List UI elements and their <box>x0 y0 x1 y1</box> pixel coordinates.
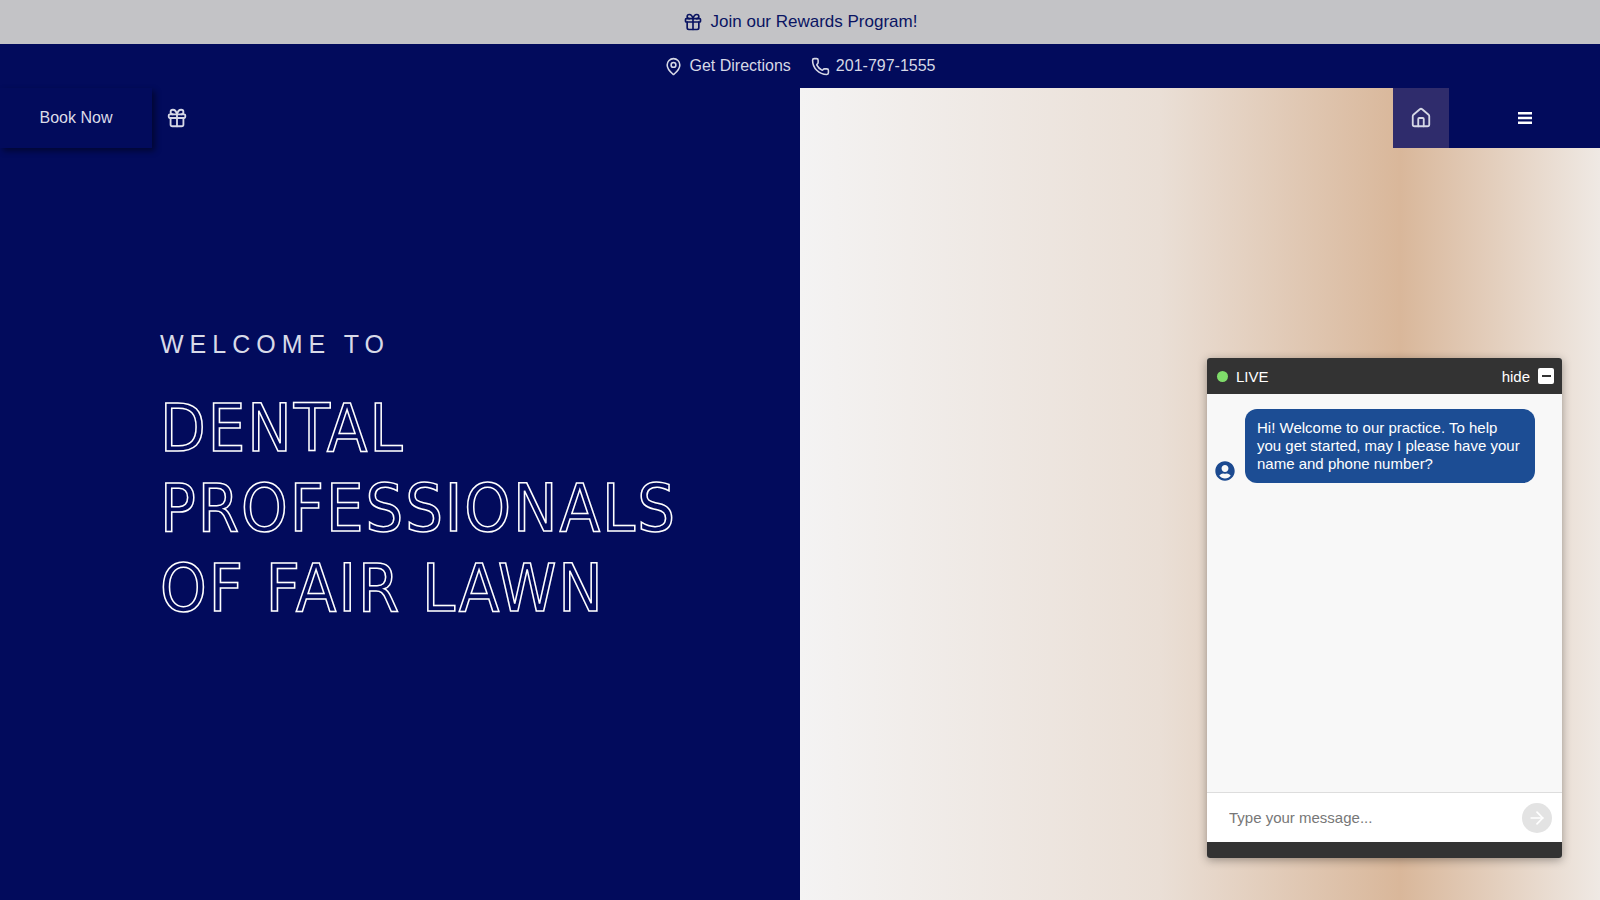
chat-input[interactable] <box>1227 808 1514 827</box>
hero-kicker: WELCOME TO <box>160 330 780 359</box>
chat-footer <box>1207 842 1562 858</box>
map-pin-icon <box>664 57 683 76</box>
send-button[interactable] <box>1522 803 1552 833</box>
menu-icon <box>1516 111 1534 125</box>
book-now-button[interactable]: Book Now <box>0 88 152 148</box>
home-icon <box>1410 107 1432 129</box>
gift-icon <box>166 107 188 129</box>
rewards-bar[interactable]: Join our Rewards Program! <box>0 0 1600 44</box>
minimize-icon <box>1538 368 1554 384</box>
page: Join our Rewards Program! Get Directions 2… <box>0 0 1600 900</box>
hero-title-line: DENTAL <box>160 389 780 469</box>
message-bubble: Hi! Welcome to our practice. To help you… <box>1245 409 1535 483</box>
rewards-button[interactable] <box>152 88 202 148</box>
status-dot <box>1217 371 1228 382</box>
hero-title-line: OF FAIR LAWN <box>160 549 780 629</box>
hide-button[interactable]: hide <box>1502 368 1554 385</box>
user-avatar-icon <box>1215 461 1235 481</box>
hero-text-panel: WELCOME TO DENTALPROFESSIONALSOF FAIR LAW… <box>0 88 800 900</box>
phone-link[interactable]: 201-797-1555 <box>811 57 936 76</box>
chat-status: LIVE <box>1236 368 1269 385</box>
chat-header: LIVE hide <box>1207 358 1562 394</box>
hero: WELCOME TO DENTALPROFESSIONALSOF FAIR LAW… <box>0 88 1600 900</box>
gift-icon <box>683 12 703 32</box>
header: Book Now <box>0 88 1600 148</box>
arrow-right-icon <box>1527 808 1547 828</box>
chat-input-row <box>1207 792 1562 842</box>
info-bar: Get Directions 201-797-1555 <box>0 44 1600 88</box>
home-button[interactable] <box>1393 88 1449 148</box>
chat-widget: LIVE hide Hi! Welcome to our practice. To … <box>1207 358 1562 858</box>
rewards-text[interactable]: Join our Rewards Program! <box>711 12 918 32</box>
chat-message: Hi! Welcome to our practice. To help you… <box>1215 409 1535 483</box>
hero-title: DENTALPROFESSIONALSOF FAIR LAWN <box>160 389 780 629</box>
phone-icon <box>811 57 830 76</box>
directions-link[interactable]: Get Directions <box>664 57 790 76</box>
hero-title-line: PROFESSIONALS <box>160 469 780 549</box>
chat-messages: Hi! Welcome to our practice. To help you… <box>1207 394 1562 792</box>
menu-button[interactable] <box>1449 88 1600 148</box>
